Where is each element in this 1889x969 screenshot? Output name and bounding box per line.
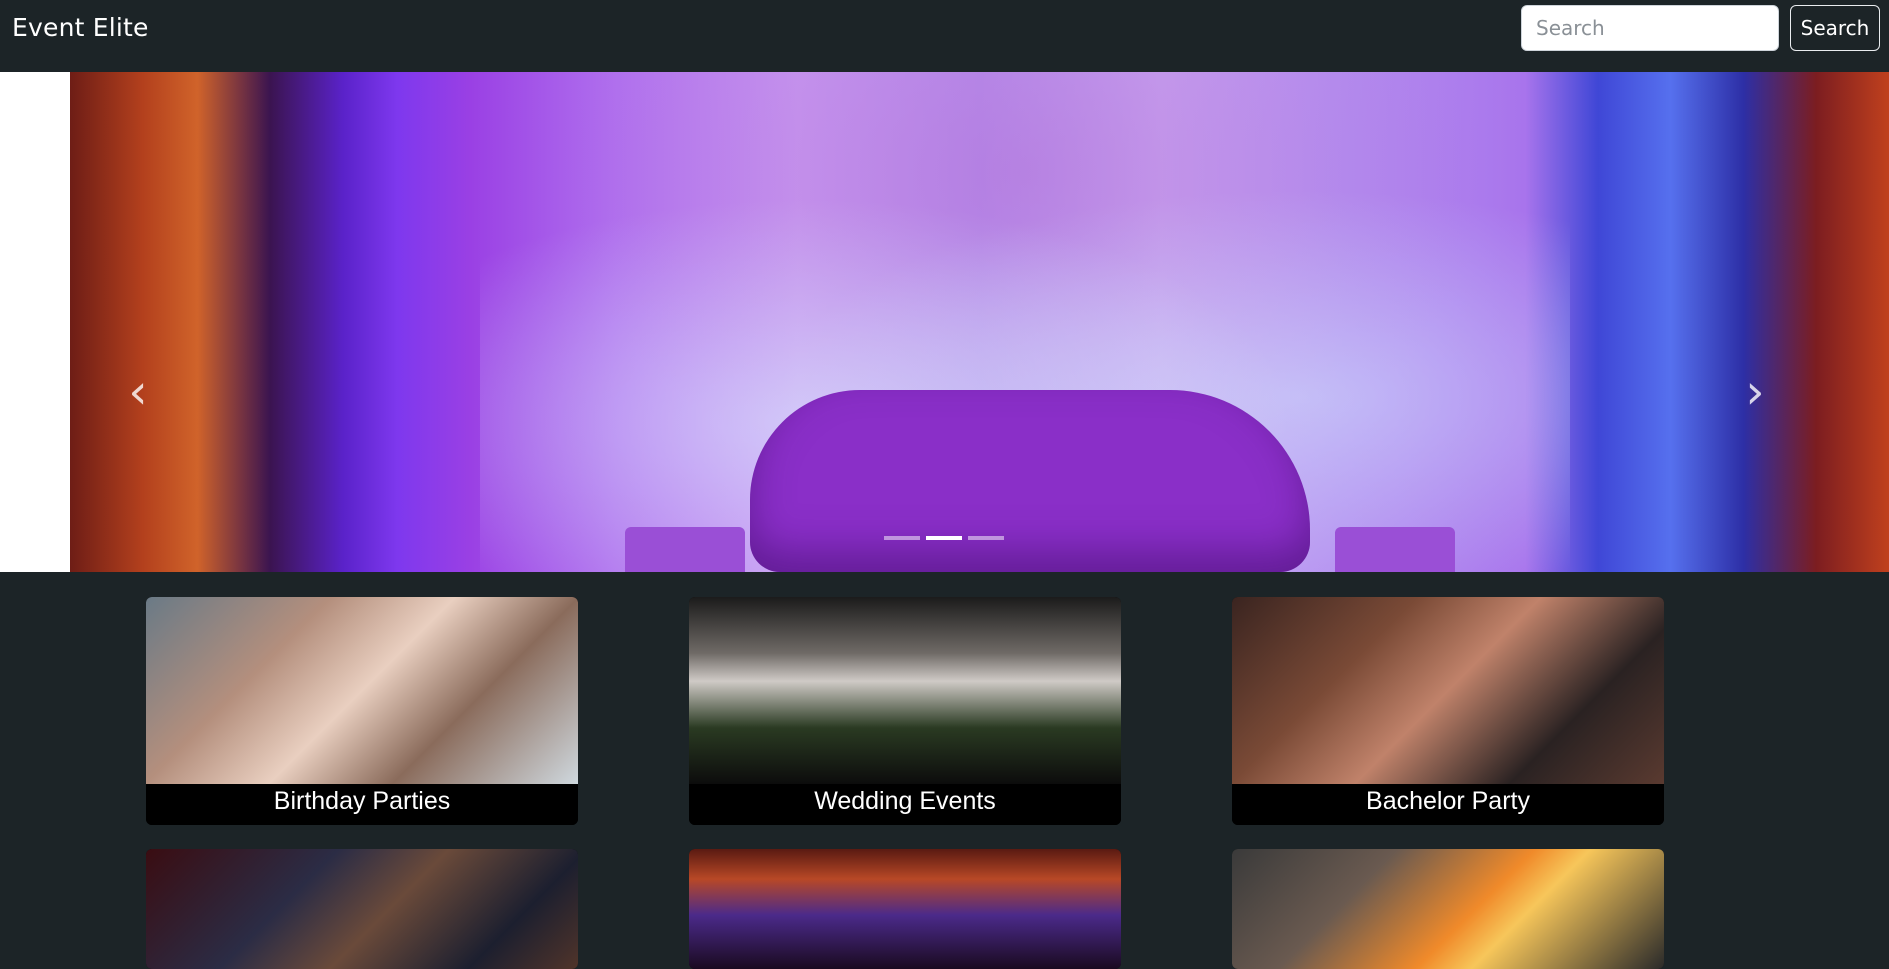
chevron-right-icon[interactable]: › bbox=[1735, 362, 1775, 422]
side-table-left bbox=[625, 527, 745, 572]
carousel-slide-image bbox=[70, 72, 1889, 572]
card-bachelor-party[interactable]: Bachelor Party bbox=[1232, 597, 1664, 825]
card-banquet-hall[interactable] bbox=[689, 849, 1121, 969]
chaise-lounge-sofa bbox=[750, 390, 1310, 572]
card-caption: Bachelor Party bbox=[1232, 784, 1664, 825]
search-input[interactable] bbox=[1521, 5, 1779, 51]
hero-carousel: ‹ › bbox=[0, 72, 1889, 572]
card-catering[interactable] bbox=[1232, 849, 1664, 969]
birthday-party-photo bbox=[146, 597, 578, 784]
card-caption: Wedding Events bbox=[689, 784, 1121, 825]
bachelor-party-photo bbox=[1232, 597, 1664, 784]
carousel-indicator-2[interactable] bbox=[926, 536, 962, 540]
carousel-indicator-3[interactable] bbox=[968, 536, 1004, 540]
banquet-hall-photo bbox=[689, 849, 1121, 969]
card-caption: Birthday Parties bbox=[146, 784, 578, 825]
top-navbar: Event Elite Search bbox=[0, 0, 1889, 72]
side-table-right bbox=[1335, 527, 1455, 572]
live-band-photo bbox=[146, 849, 578, 969]
card-live-band[interactable] bbox=[146, 849, 578, 969]
wedding-event-photo bbox=[689, 597, 1121, 784]
chef-cooking-photo bbox=[1232, 849, 1664, 969]
carousel-indicator-1[interactable] bbox=[884, 536, 920, 540]
card-wedding-events[interactable]: Wedding Events bbox=[689, 597, 1121, 825]
card-birthday-parties[interactable]: Birthday Parties bbox=[146, 597, 578, 825]
brand-logo-text[interactable]: Event Elite bbox=[12, 13, 149, 42]
carousel-indicators bbox=[884, 536, 1014, 542]
chevron-left-icon[interactable]: ‹ bbox=[118, 362, 158, 422]
search-button[interactable]: Search bbox=[1790, 5, 1880, 51]
